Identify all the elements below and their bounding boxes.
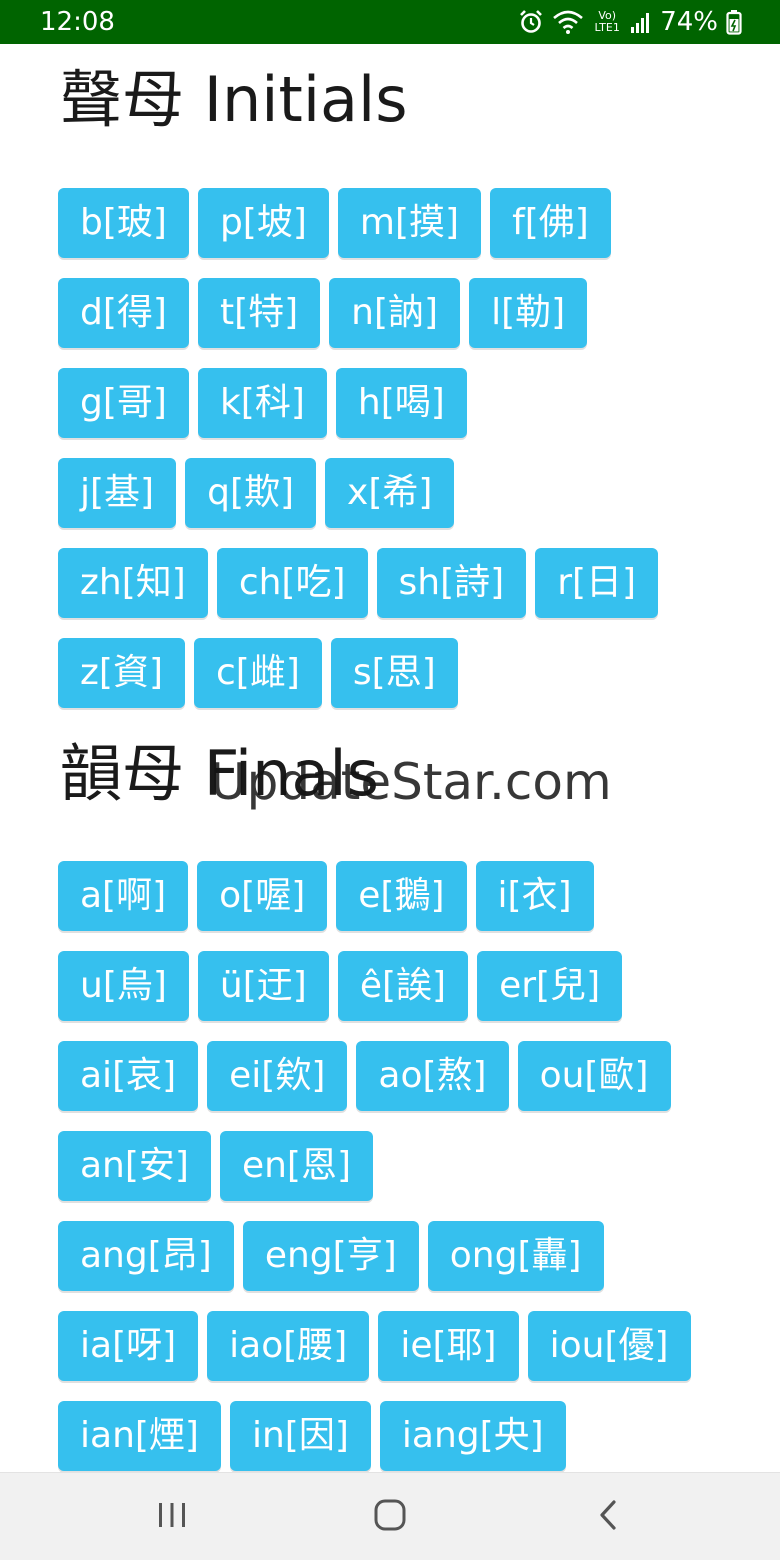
finals-row: ia[呀] iao[腰] ie[耶] iou[優] <box>58 1311 738 1381</box>
finals-title: 韻母 Finals <box>60 737 379 810</box>
finals-key-button[interactable]: ai[哀] <box>58 1041 199 1111</box>
initials-row: d[得] t[特] n[訥] l[勒] <box>58 278 738 348</box>
initials-key-button[interactable]: x[希] <box>325 458 455 528</box>
finals-key-button[interactable]: o[喔] <box>197 861 328 931</box>
finals-row: u[烏] ü[迂] ê[誒] er[兒] <box>58 951 738 1021</box>
home-icon <box>373 1498 407 1536</box>
finals-row: ian[煙] in[因] iang[央] <box>58 1401 738 1471</box>
initials-row: zh[知] ch[吃] sh[詩] r[日] <box>58 548 738 618</box>
finals-key-button[interactable]: ian[煙] <box>58 1401 221 1471</box>
finals-key-button[interactable]: ong[轟] <box>427 1221 604 1291</box>
finals-key-button[interactable]: ia[呀] <box>58 1311 199 1381</box>
initials-key-button[interactable]: sh[詩] <box>376 548 527 618</box>
finals-key-button[interactable]: ang[昂] <box>58 1221 234 1291</box>
status-time: 12:08 <box>40 7 115 37</box>
finals-key-button[interactable]: a[啊] <box>58 861 189 931</box>
battery-icon <box>726 9 742 35</box>
recent-apps-button[interactable] <box>142 1487 202 1547</box>
finals-key-button[interactable]: u[烏] <box>58 951 189 1021</box>
back-icon <box>596 1498 620 1536</box>
initials-key-button[interactable]: h[喝] <box>335 368 467 438</box>
finals-key-button[interactable]: iang[央] <box>379 1401 566 1471</box>
initials-key-button[interactable]: f[佛] <box>490 188 611 258</box>
initials-key-button[interactable]: d[得] <box>58 278 189 348</box>
finals-key-button[interactable]: ao[熬] <box>356 1041 509 1111</box>
finals-key-button[interactable]: in[因] <box>229 1401 371 1471</box>
finals-row: ai[哀] ei[欸] ao[熬] ou[歐] <box>58 1041 738 1111</box>
finals-key-button[interactable]: er[兒] <box>477 951 623 1021</box>
finals-key-button[interactable]: ei[欸] <box>207 1041 348 1111</box>
finals-grid: a[啊] o[喔] e[鵝] i[衣] u[烏] ü[迂] ê[誒] er[兒] ai[哀] ei… <box>58 861 738 1472</box>
initials-key-button[interactable]: k[科] <box>197 368 327 438</box>
initials-key-button[interactable]: ch[吃] <box>216 548 368 618</box>
initials-row: b[玻] p[坡] m[摸] f[佛] <box>58 188 738 258</box>
wifi-icon <box>552 9 584 35</box>
signal-icon <box>630 10 652 34</box>
initials-key-button[interactable]: c[雌] <box>194 638 322 708</box>
initials-row: j[基] q[欺] x[希] <box>58 458 738 528</box>
finals-key-button[interactable]: i[衣] <box>475 861 594 931</box>
initials-row: z[資] c[雌] s[思] <box>58 638 738 708</box>
initials-key-button[interactable]: p[坡] <box>197 188 329 258</box>
pinyin-chart[interactable]: 聲母 Initials b[玻] p[坡] m[摸] f[佛] d[得] t[特] n[訥]… <box>0 44 780 1472</box>
volte-label: Vo) LTE1 <box>594 9 620 34</box>
initials-grid: b[玻] p[坡] m[摸] f[佛] d[得] t[特] n[訥] l[勒] g[哥] k[科]… <box>58 188 738 728</box>
initials-key-button[interactable]: n[訥] <box>329 278 461 348</box>
initials-key-button[interactable]: zh[知] <box>58 548 208 618</box>
initials-key-button[interactable]: g[哥] <box>58 368 189 438</box>
finals-key-button[interactable]: eng[亨] <box>242 1221 419 1291</box>
finals-key-button[interactable]: ie[耶] <box>378 1311 519 1381</box>
initials-key-button[interactable]: j[基] <box>58 458 177 528</box>
finals-key-button[interactable]: e[鵝] <box>336 861 467 931</box>
finals-row: a[啊] o[喔] e[鵝] i[衣] <box>58 861 738 931</box>
initials-key-button[interactable]: s[思] <box>330 638 458 708</box>
initials-title: 聲母 Initials <box>60 63 408 136</box>
finals-key-button[interactable]: ü[迂] <box>197 951 329 1021</box>
finals-row: an[安] en[恩] <box>58 1131 738 1201</box>
initials-row: g[哥] k[科] h[喝] <box>58 368 738 438</box>
battery-percent: 74% <box>660 7 718 37</box>
back-button[interactable] <box>578 1487 638 1547</box>
status-icons: Vo) LTE1 74% <box>518 6 742 38</box>
initials-key-button[interactable]: l[勒] <box>469 278 588 348</box>
initials-key-button[interactable]: z[資] <box>58 638 185 708</box>
status-bar: 12:08 Vo) LTE1 74% <box>0 0 780 44</box>
finals-row: ang[昂] eng[亨] ong[轟] <box>58 1221 738 1291</box>
initials-key-button[interactable]: m[摸] <box>337 188 482 258</box>
recent-apps-icon <box>156 1500 188 1534</box>
finals-key-button[interactable]: iou[優] <box>527 1311 691 1381</box>
finals-key-button[interactable]: ou[歐] <box>517 1041 671 1111</box>
home-button[interactable] <box>360 1487 420 1547</box>
finals-key-button[interactable]: iao[腰] <box>207 1311 370 1381</box>
finals-key-button[interactable]: en[恩] <box>219 1131 374 1201</box>
navigation-bar <box>0 1472 780 1560</box>
finals-key-button[interactable]: ê[誒] <box>337 951 469 1021</box>
alarm-icon <box>518 9 544 35</box>
finals-key-button[interactable]: an[安] <box>58 1131 211 1201</box>
initials-key-button[interactable]: q[欺] <box>185 458 317 528</box>
initials-key-button[interactable]: r[日] <box>535 548 659 618</box>
initials-key-button[interactable]: t[特] <box>197 278 321 348</box>
initials-key-button[interactable]: b[玻] <box>58 188 189 258</box>
